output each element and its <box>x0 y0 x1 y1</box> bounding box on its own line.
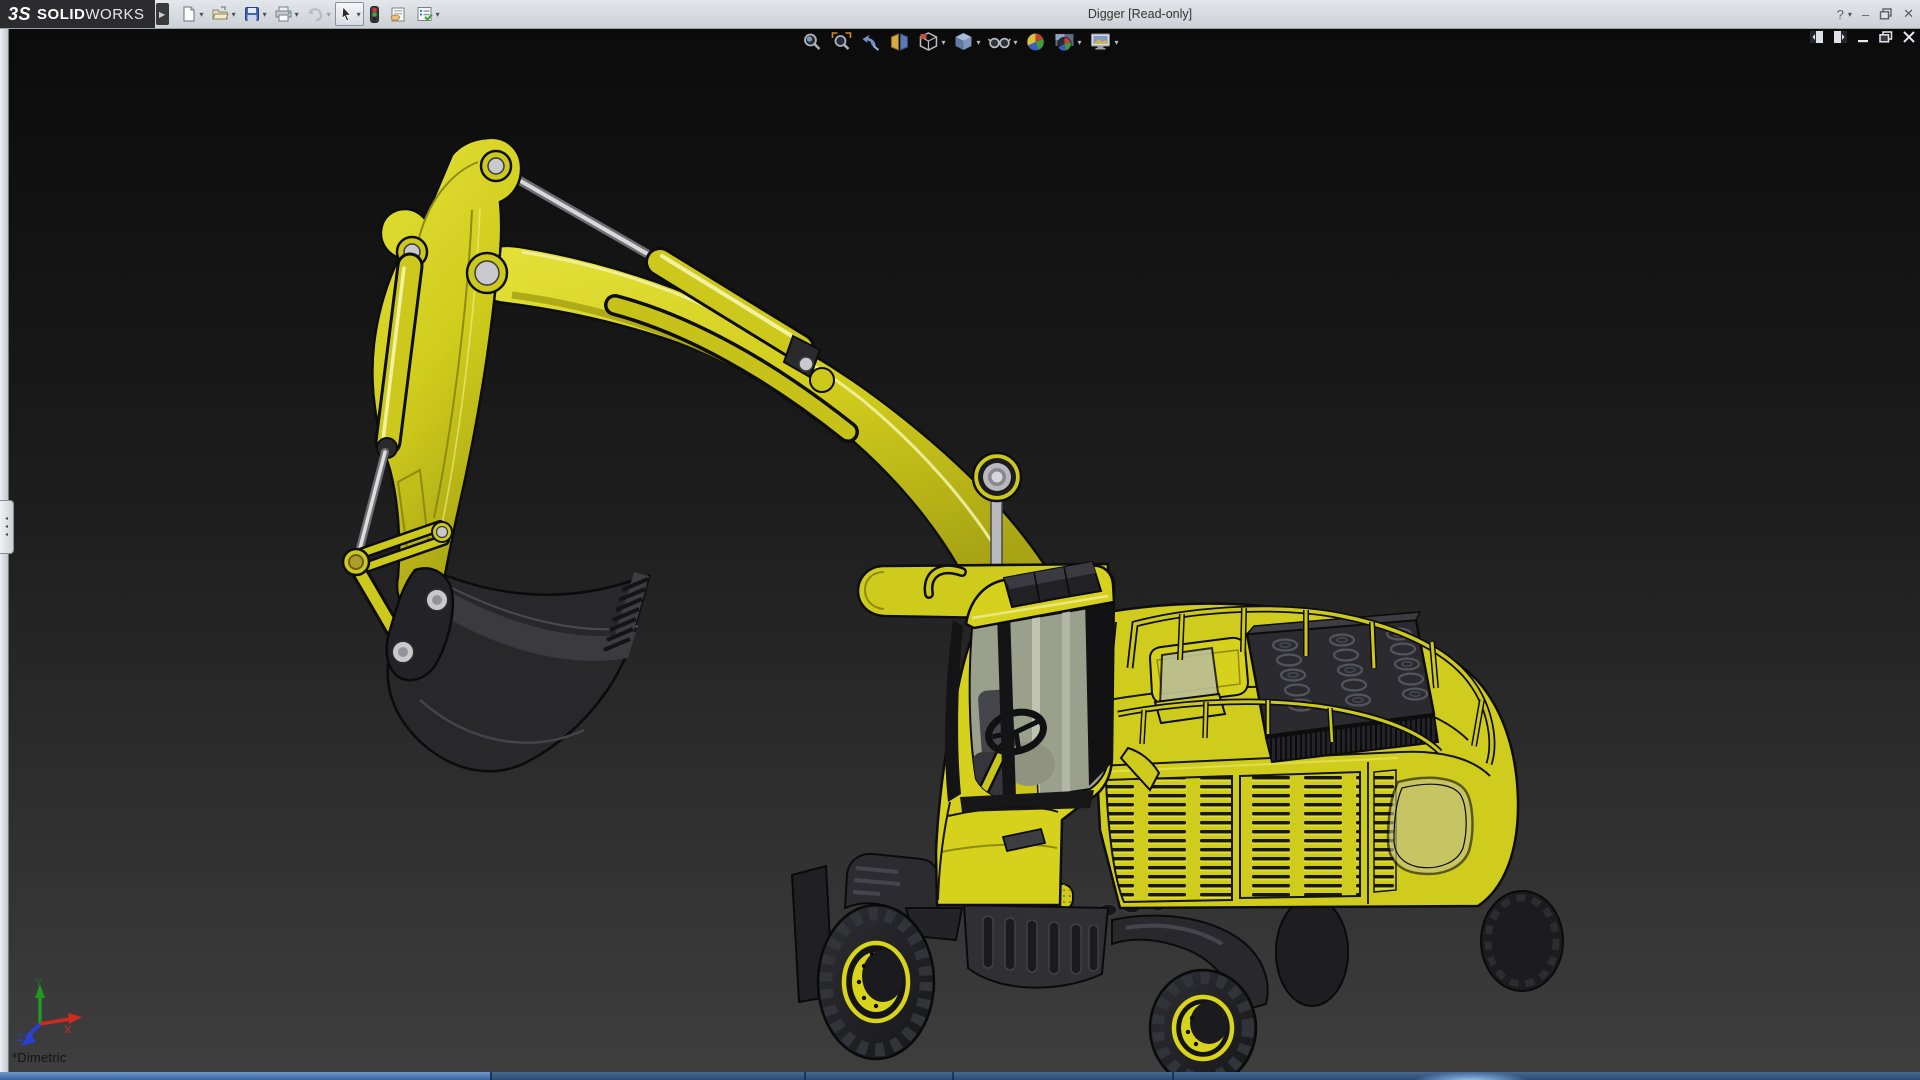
display-style-icon <box>955 33 972 50</box>
chevron-left-icon: ◂ <box>4 516 8 522</box>
save-button[interactable]: ▾ <box>240 2 270 26</box>
taskbar-divider <box>804 1072 806 1080</box>
document-window-controls <box>1809 30 1916 44</box>
chevron-left-icon: ◂ <box>4 532 8 538</box>
dropdown-arrow-icon[interactable]: ▾ <box>941 38 945 47</box>
taskbar-segment[interactable] <box>0 1072 490 1080</box>
options-icon <box>417 7 433 21</box>
undo-icon <box>307 8 322 22</box>
window-minimize-button[interactable]: – <box>1862 7 1869 22</box>
hide-show-items-button[interactable]: ▾ <box>985 30 1019 54</box>
edit-appearance-icon <box>1026 33 1045 51</box>
dropdown-arrow-icon[interactable]: ▾ <box>263 10 267 19</box>
select-tool-button[interactable]: ▾ <box>334 2 364 26</box>
title-bar: 3S SOLID WORKS ▶ ▾ ▾ ▾ ▾ ▾ ▾ ▾ Digger [R… <box>0 0 1920 29</box>
previous-view-button[interactable] <box>857 30 883 54</box>
section-view-icon <box>890 33 908 51</box>
logo-text-solid: SOLID <box>37 5 86 23</box>
apply-scene-button[interactable]: ▾ <box>1052 30 1084 54</box>
open-document-icon <box>211 6 229 20</box>
dropdown-arrow-icon[interactable]: ▾ <box>200 10 204 19</box>
minimize-document-icon[interactable] <box>1857 31 1870 43</box>
undo-button[interactable]: ▾ <box>303 2 334 26</box>
help-button[interactable]: ? ▾ <box>1837 7 1852 22</box>
dropdown-arrow-icon[interactable]: ▾ <box>1013 38 1017 47</box>
dropdown-arrow-icon[interactable]: ▾ <box>436 10 440 19</box>
dropdown-arrow-icon[interactable]: ▾ <box>357 10 361 19</box>
window-restore-button[interactable] <box>1879 8 1893 20</box>
new-document-icon <box>183 6 195 22</box>
taskbar-divider <box>1172 1072 1174 1080</box>
view-orientation-label: *Dimetric <box>12 1050 67 1065</box>
collapse-pane-right-icon[interactable] <box>1833 30 1848 44</box>
menu-bar-toolbar: ▾ ▾ ▾ ▾ ▾ ▾ ▾ <box>177 2 443 26</box>
solidworks-window: { "window": { "app_name": "SOLIDWORKS", … <box>0 0 1920 1080</box>
taskbar-active-glow <box>1416 1072 1526 1080</box>
restore-icon <box>1879 8 1892 20</box>
select-cursor-icon <box>341 6 351 22</box>
options-button[interactable]: ▾ <box>412 2 443 26</box>
solidworks-logo-mark: 3S <box>8 3 32 24</box>
file-properties-button[interactable] <box>385 2 411 26</box>
apply-scene-icon <box>1055 34 1074 51</box>
logo-text-works: WORKS <box>85 5 145 23</box>
zoom-to-fit-icon <box>804 33 821 50</box>
print-icon <box>275 6 292 22</box>
dropdown-arrow-icon[interactable]: ▾ <box>976 38 980 47</box>
solidworks-logo[interactable]: 3S SOLID WORKS <box>0 0 155 28</box>
taskbar-divider <box>952 1072 954 1080</box>
print-button[interactable]: ▾ <box>271 2 302 26</box>
dropdown-arrow-icon[interactable]: ▾ <box>1078 38 1082 47</box>
section-view-button[interactable] <box>886 30 912 54</box>
zoom-to-fit-button[interactable] <box>799 30 825 54</box>
display-style-button[interactable]: ▾ <box>950 30 982 54</box>
save-icon <box>244 7 259 21</box>
view-orientation-button[interactable]: ▾ <box>915 30 947 54</box>
chevron-left-icon: ◂ <box>4 524 8 530</box>
dropdown-arrow-icon[interactable]: ▾ <box>327 10 331 19</box>
edit-appearance-button[interactable] <box>1023 30 1049 54</box>
window-controls: ? ▾ – ✕ <box>1837 0 1914 28</box>
dropdown-arrow-icon[interactable]: ▾ <box>1115 38 1119 47</box>
dropdown-arrow-icon[interactable]: ▾ <box>1848 10 1852 19</box>
rebuild-button[interactable] <box>365 2 384 26</box>
graphics-area[interactable] <box>0 28 1920 1072</box>
heads-up-view-toolbar: ▾ ▾ ▾ ▾ ▾ <box>799 30 1120 54</box>
file-properties-icon <box>390 7 405 22</box>
collapse-pane-left-icon[interactable] <box>1809 30 1824 44</box>
dropdown-arrow-icon[interactable]: ▾ <box>232 10 236 19</box>
menu-expand-arrow-icon[interactable]: ▶ <box>155 3 169 25</box>
open-document-button[interactable]: ▾ <box>208 2 239 26</box>
zoom-to-area-button[interactable] <box>828 30 854 54</box>
new-document-button[interactable]: ▾ <box>177 2 207 26</box>
close-document-icon[interactable] <box>1902 31 1916 43</box>
windows-taskbar[interactable] <box>0 1072 1920 1080</box>
taskbar-divider <box>490 1072 492 1080</box>
splitter-handle[interactable]: ◂ ◂ ◂ <box>0 500 14 554</box>
view-orientation-icon <box>919 32 938 51</box>
hide-show-items-icon <box>987 37 1012 49</box>
window-title: Digger [Read-only] <box>1087 7 1193 21</box>
view-settings-icon <box>1091 33 1111 50</box>
window-close-button[interactable]: ✕ <box>1903 6 1914 22</box>
dropdown-arrow-icon[interactable]: ▾ <box>295 10 299 19</box>
zoom-to-area-icon <box>831 32 852 50</box>
rebuild-traffic-light-icon <box>369 5 379 23</box>
restore-document-icon[interactable] <box>1879 31 1893 43</box>
previous-view-icon <box>862 35 880 51</box>
view-settings-button[interactable]: ▾ <box>1087 30 1121 54</box>
